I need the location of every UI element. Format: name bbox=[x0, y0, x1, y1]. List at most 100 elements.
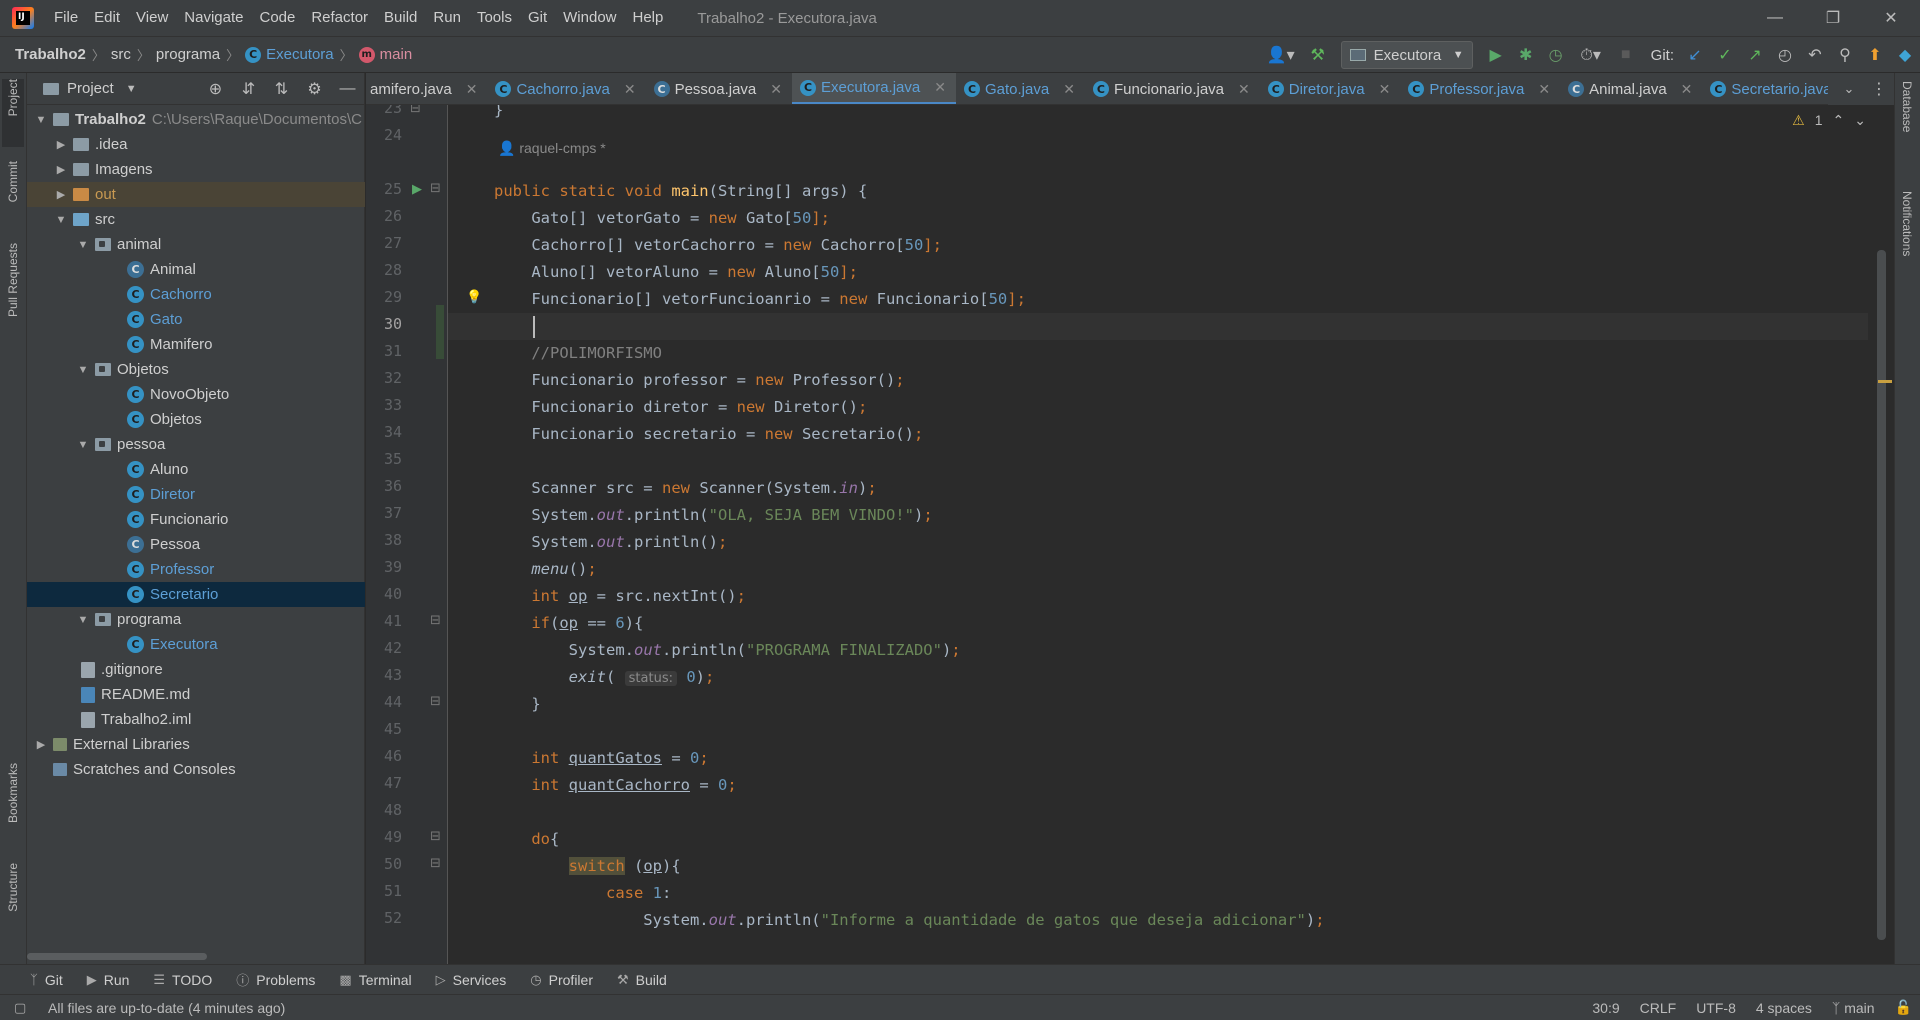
previous-highlight-icon[interactable]: ⌃ bbox=[1833, 112, 1845, 129]
tab-cachorro[interactable]: C Cachorro.java ✕ bbox=[487, 73, 645, 104]
close-icon[interactable]: ✕ bbox=[624, 81, 636, 98]
tree-item-animal-class[interactable]: C Animal bbox=[27, 257, 365, 282]
tree-item-trabalho2[interactable]: ▼ Trabalho2 C:\Users\Raque\Documentos\C bbox=[27, 107, 365, 132]
tree-item-aluno[interactable]: C Aluno bbox=[27, 457, 365, 482]
breadcrumb-class[interactable]: C Executora bbox=[245, 46, 334, 63]
tree-item-out[interactable]: ▶ out bbox=[27, 182, 365, 207]
expand-all-icon[interactable]: ⇵ bbox=[232, 74, 265, 104]
tree-item-cachorro[interactable]: C Cachorro bbox=[27, 282, 365, 307]
profiler-tool-button[interactable]: ◷ Profiler bbox=[530, 972, 593, 988]
minimize-icon[interactable]: — bbox=[1746, 0, 1804, 36]
tree-item-mamifero[interactable]: C Mamifero bbox=[27, 332, 365, 357]
more-options-icon[interactable]: ⋮ bbox=[1864, 74, 1894, 104]
debug-icon[interactable]: ✱ bbox=[1511, 40, 1541, 70]
close-icon[interactable]: ✕ bbox=[1238, 81, 1250, 98]
close-icon[interactable]: ✕ bbox=[1379, 81, 1391, 98]
tree-item-pessoa-class[interactable]: C Pessoa bbox=[27, 532, 365, 557]
git-update-icon[interactable]: ↙ bbox=[1680, 40, 1710, 70]
chevron-right-icon[interactable]: ▶ bbox=[53, 163, 69, 176]
close-icon[interactable]: ✕ bbox=[1862, 0, 1920, 36]
terminal-tool-button[interactable]: ▩ Terminal bbox=[339, 972, 411, 988]
history-icon[interactable]: ◴ bbox=[1770, 40, 1800, 70]
fold-icon[interactable]: ⊟ bbox=[430, 612, 441, 628]
intellij-logo-icon[interactable]: IJ bbox=[12, 7, 34, 29]
line-separator[interactable]: CRLF bbox=[1640, 1000, 1677, 1016]
user-icon[interactable]: 👤▾ bbox=[1259, 40, 1303, 70]
tree-item-novoobjeto[interactable]: C NovoObjeto bbox=[27, 382, 365, 407]
menu-view[interactable]: View bbox=[128, 0, 176, 36]
indentation[interactable]: 4 spaces bbox=[1756, 1000, 1812, 1016]
coverage-icon[interactable]: ◷ bbox=[1541, 40, 1571, 70]
tree-item-pessoa-pkg[interactable]: ▼ pessoa bbox=[27, 432, 365, 457]
caret-position[interactable]: 30:9 bbox=[1592, 1000, 1619, 1016]
build-hammer-icon[interactable]: ⚒ bbox=[1303, 40, 1333, 70]
panel-toggle-icon[interactable]: ▢ bbox=[14, 1000, 26, 1016]
tree-item-diretor[interactable]: C Diretor bbox=[27, 482, 365, 507]
status-message[interactable]: All files are up-to-date (4 minutes ago) bbox=[48, 1000, 285, 1016]
update-available-icon[interactable]: ⬆ bbox=[1860, 40, 1890, 70]
structure-tool-button[interactable]: Structure bbox=[2, 863, 24, 953]
menu-edit[interactable]: Edit bbox=[86, 0, 128, 36]
chevron-down-icon[interactable]: ▼ bbox=[33, 114, 49, 126]
vertical-scrollbar[interactable] bbox=[1877, 250, 1886, 940]
code-area[interactable]: } 👤 raquel-cmps * public static void mai… bbox=[448, 105, 1868, 964]
next-highlight-icon[interactable]: ⌄ bbox=[1854, 112, 1866, 129]
close-icon[interactable]: ✕ bbox=[1538, 81, 1550, 98]
select-opened-file-icon[interactable]: ⊕ bbox=[199, 74, 232, 104]
warning-stripe-mark[interactable] bbox=[1878, 380, 1892, 383]
search-icon[interactable]: ⚲ bbox=[1830, 40, 1860, 70]
run-configuration-select[interactable]: Executora ▼ bbox=[1340, 41, 1473, 69]
breadcrumb-method[interactable]: m main bbox=[358, 46, 412, 63]
tab-professor[interactable]: C Professor.java ✕ bbox=[1400, 73, 1560, 104]
tab-diretor[interactable]: C Diretor.java ✕ bbox=[1260, 73, 1401, 104]
fold-icon[interactable]: ⊟ bbox=[430, 828, 441, 844]
hide-panel-icon[interactable]: — bbox=[331, 74, 364, 104]
tab-gato[interactable]: C Gato.java ✕ bbox=[956, 73, 1085, 104]
tree-item-readme[interactable]: README.md bbox=[27, 682, 365, 707]
menu-navigate[interactable]: Navigate bbox=[176, 0, 251, 36]
inspection-widget[interactable]: ⚠ 1 ⌃ ⌄ bbox=[1792, 105, 1866, 135]
run-tool-button[interactable]: ▶ Run bbox=[87, 972, 130, 988]
project-panel-title[interactable]: Project bbox=[67, 80, 114, 97]
tree-item-external-libraries[interactable]: ▶ External Libraries bbox=[27, 732, 365, 757]
commit-tool-button[interactable]: Commit bbox=[2, 161, 24, 231]
tree-item-src[interactable]: ▼ src bbox=[27, 207, 365, 232]
project-tool-button[interactable]: Project bbox=[2, 79, 24, 147]
menu-git[interactable]: Git bbox=[520, 0, 555, 36]
git-tool-button[interactable]: ᛉ Git bbox=[30, 972, 63, 988]
tree-item-animal[interactable]: ▼ animal bbox=[27, 232, 365, 257]
tree-item-scratches[interactable]: Scratches and Consoles bbox=[27, 757, 365, 782]
chevron-right-icon[interactable]: ▶ bbox=[53, 138, 69, 151]
chevron-right-icon[interactable]: ▶ bbox=[33, 738, 49, 751]
lock-icon[interactable]: 🔓 bbox=[1895, 999, 1912, 1016]
close-icon[interactable]: ✕ bbox=[770, 81, 782, 98]
tree-item-programa[interactable]: ▼ programa bbox=[27, 607, 365, 632]
services-tool-button[interactable]: ▷ Services bbox=[436, 972, 507, 988]
build-tool-button[interactable]: ⚒ Build bbox=[617, 972, 667, 988]
git-branch-widget[interactable]: ᛉ main bbox=[1832, 1000, 1875, 1016]
close-icon[interactable]: ✕ bbox=[1681, 81, 1693, 98]
pull-requests-tool-button[interactable]: Pull Requests bbox=[2, 243, 24, 353]
menu-run[interactable]: Run bbox=[425, 0, 469, 36]
tree-item-secretario[interactable]: C Secretario bbox=[27, 582, 365, 607]
tab-animal[interactable]: C Animal.java ✕ bbox=[1560, 73, 1702, 104]
chevron-down-icon[interactable]: ▼ bbox=[126, 83, 137, 95]
menu-help[interactable]: Help bbox=[625, 0, 672, 36]
tree-item-professor[interactable]: C Professor bbox=[27, 557, 365, 582]
breadcrumb-package[interactable]: programa bbox=[156, 46, 220, 63]
rollback-icon[interactable]: ↶ bbox=[1800, 40, 1830, 70]
breadcrumb-src[interactable]: src bbox=[111, 46, 131, 63]
gear-icon[interactable]: ⚙ bbox=[298, 74, 331, 104]
run-icon[interactable]: ▶ bbox=[1481, 40, 1511, 70]
git-commit-icon[interactable]: ✓ bbox=[1710, 40, 1740, 70]
run-gutter-icon[interactable]: ▶ bbox=[412, 181, 422, 197]
fold-icon[interactable]: ⊟ bbox=[410, 105, 421, 116]
code-editor[interactable]: 23 24 25 26 27 28 29 30 31 32 33 34 35 3… bbox=[366, 105, 1894, 964]
todo-tool-button[interactable]: ☰ TODO bbox=[153, 972, 212, 988]
tree-item-objetos-pkg[interactable]: ▼ Objetos bbox=[27, 357, 365, 382]
problems-tool-button[interactable]: ⓘ Problems bbox=[236, 970, 315, 989]
tab-pessoa[interactable]: C Pessoa.java ✕ bbox=[646, 73, 792, 104]
chevron-down-icon[interactable]: ▼ bbox=[75, 364, 91, 376]
git-push-icon[interactable]: ↗ bbox=[1740, 40, 1770, 70]
chevron-down-icon[interactable]: ▼ bbox=[53, 214, 69, 226]
